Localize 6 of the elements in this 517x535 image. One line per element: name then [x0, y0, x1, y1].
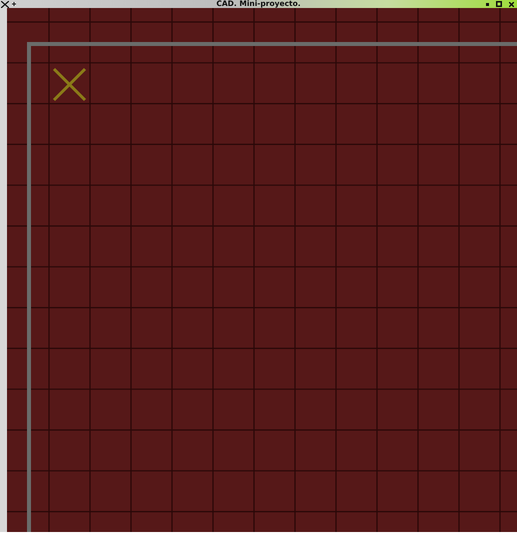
pin-icon[interactable]	[12, 2, 16, 6]
maximize-icon[interactable]	[496, 1, 502, 7]
x-logo-icon[interactable]	[1, 0, 9, 8]
close-icon[interactable]	[509, 2, 514, 6]
cross-marker[interactable]	[52, 68, 86, 102]
minimize-icon[interactable]	[486, 2, 489, 6]
